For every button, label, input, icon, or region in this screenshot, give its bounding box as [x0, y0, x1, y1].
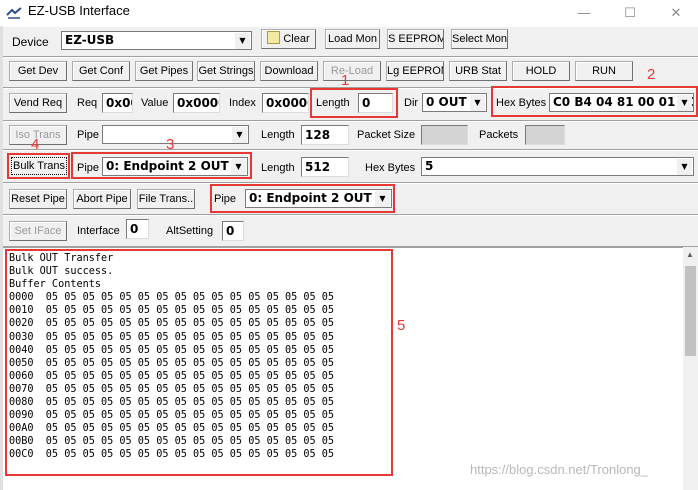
packet-size-field[interactable] [421, 125, 468, 145]
file-trans-button[interactable]: File Trans.. [137, 189, 195, 209]
annotation-4: 4 [31, 136, 40, 153]
chevron-down-icon: ▼ [232, 127, 247, 143]
window-title: EZ-USB Interface [28, 3, 130, 18]
set-iface-button[interactable]: Set IFace [9, 221, 67, 241]
dir-select[interactable]: 0 OUT ▼ [422, 93, 487, 112]
annotation-box-length [310, 88, 398, 118]
packets-label: Packets [479, 129, 519, 141]
annotation-box-console [5, 249, 393, 476]
watermark: https://blog.csdn.net/Tronlong_ [470, 462, 649, 477]
req-label: Req [77, 97, 98, 109]
scroll-up-icon[interactable]: ▲ [686, 250, 694, 259]
abort-pipe-button[interactable]: Abort Pipe [73, 189, 131, 209]
bulk-length-label: Length [261, 162, 295, 174]
value-label: Value [141, 97, 169, 109]
maximize-button[interactable]: ☐ [608, 2, 652, 24]
dir-label: Dir [404, 97, 419, 109]
interface-field[interactable]: 0 [126, 219, 149, 239]
get-dev-button[interactable]: Get Dev [9, 61, 67, 81]
chevron-down-icon: ▼ [470, 95, 485, 111]
iso-pipe-select[interactable]: ▼ [102, 125, 249, 144]
bulk-hex-bytes-select[interactable]: 5 ▼ [421, 157, 694, 176]
hold-button[interactable]: HOLD [512, 61, 570, 81]
index-field[interactable]: 0x0000 [262, 93, 309, 113]
annotation-box-control-pipe [210, 184, 395, 213]
bulk-hex-bytes-value: 5 [425, 159, 434, 173]
iso-length-label: Length [261, 129, 295, 141]
device-label: Device [12, 35, 49, 49]
run-button[interactable]: RUN [575, 61, 633, 81]
title-bar: EZ-USB Interface — ☐ ✕ [0, 0, 698, 26]
app-icon [6, 7, 22, 19]
clear-label: Clear [283, 33, 310, 45]
device-value: EZ-USB [65, 33, 115, 47]
vend-req-button[interactable]: Vend Req [9, 93, 67, 113]
annotation-3: 3 [166, 136, 175, 153]
select-mon-button[interactable]: Select Mon [451, 29, 508, 49]
download-button[interactable]: Download [260, 61, 318, 81]
device-select[interactable]: EZ-USB ▼ [61, 31, 252, 50]
chevron-down-icon: ▼ [235, 33, 250, 49]
get-pipes-button[interactable]: Get Pipes [135, 61, 193, 81]
value-field[interactable]: 0x0000 [173, 93, 220, 113]
iso-length-field[interactable]: 128 [301, 125, 349, 145]
annotation-box-hex-bytes [491, 86, 698, 117]
close-button[interactable]: ✕ [654, 2, 698, 24]
get-strings-button[interactable]: Get Strings [197, 61, 255, 81]
packets-field[interactable] [525, 125, 565, 145]
interface-label: Interface [77, 225, 120, 237]
annotation-2: 2 [647, 66, 656, 83]
iso-pipe-label: Pipe [77, 129, 100, 141]
req-field[interactable]: 0x00 [102, 93, 133, 113]
annotation-box-bulk-pipe [71, 152, 252, 179]
packet-size-label: Packet Size [357, 129, 416, 141]
annotation-1: 1 [341, 72, 350, 89]
bulk-length-field[interactable]: 512 [301, 157, 349, 177]
index-label: Index [229, 97, 256, 109]
clear-button[interactable]: Clear [261, 29, 316, 49]
load-mon-button[interactable]: Load Mon [325, 29, 380, 49]
annotation-5: 5 [397, 317, 406, 334]
urb-stat-button[interactable]: URB Stat [449, 61, 507, 81]
reset-pipe-button[interactable]: Reset Pipe [9, 189, 67, 209]
s-eeprom-button[interactable]: S EEPROM [387, 29, 444, 49]
minimize-button[interactable]: — [562, 2, 606, 24]
clear-icon [267, 31, 281, 44]
lg-eeprom-button[interactable]: Lg EEPROM [386, 61, 444, 81]
scrollbar-thumb[interactable] [685, 266, 696, 356]
annotation-box-bulk-trans [7, 153, 70, 179]
dir-value: 0 OUT [426, 95, 467, 109]
altsetting-field[interactable]: 0 [222, 221, 244, 241]
altsetting-label: AltSetting [166, 225, 214, 237]
reload-button[interactable]: Re-Load [323, 61, 381, 81]
get-conf-button[interactable]: Get Conf [72, 61, 130, 81]
bulk-hex-bytes-label: Hex Bytes [365, 162, 416, 174]
chevron-down-icon: ▼ [677, 159, 692, 175]
